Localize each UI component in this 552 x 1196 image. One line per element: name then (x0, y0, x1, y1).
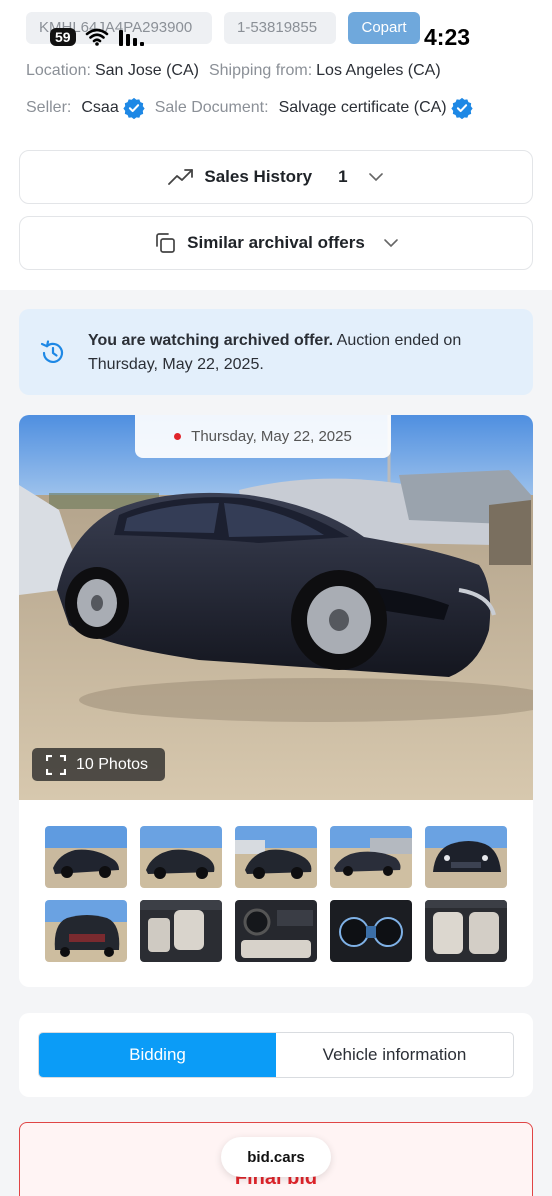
site-watermark: bid.cars (221, 1137, 331, 1177)
photo-date: Thursday, May 22, 2025 (191, 428, 352, 445)
thumbnail[interactable] (45, 900, 127, 962)
thumbnail[interactable] (425, 826, 507, 888)
seller-row: Seller: Csaa Sale Document: Salvage cert… (26, 97, 473, 119)
verified-badge-icon (450, 97, 473, 119)
thumbnail[interactable] (330, 826, 412, 888)
document-label: Sale Document: (154, 99, 269, 116)
thumbnail[interactable] (235, 826, 317, 888)
car-photo-illustration (19, 415, 533, 800)
fullscreen-icon (46, 754, 66, 775)
archived-offer-text: You are watching archived offer. Auction… (88, 329, 468, 377)
shipping-value: Los Angeles (CA) (316, 62, 441, 79)
sales-history-label: Sales History (204, 167, 313, 186)
copy-icon (156, 233, 176, 253)
seller-label: Seller: (26, 99, 72, 116)
verified-badge-icon (123, 97, 145, 119)
tab-bar: Bidding Vehicle information (38, 1032, 514, 1078)
thumbnail[interactable] (330, 900, 412, 962)
view-photos-button[interactable]: 10 Photos (32, 748, 165, 781)
thumbnail[interactable] (140, 900, 222, 962)
thumbnail[interactable] (45, 826, 127, 888)
shipping-label: Shipping from: (208, 62, 313, 79)
listing-header: KMHL64JA4PA293900 1-53819855 Copart 59 4… (0, 0, 552, 290)
lot-chip[interactable]: 1-53819855 (224, 12, 336, 44)
thumbnail[interactable] (425, 900, 507, 962)
archived-offer-banner: You are watching archived offer. Auction… (19, 309, 533, 395)
live-dot (174, 433, 182, 440)
tab-vehicle-information[interactable]: Vehicle information (276, 1033, 513, 1077)
location-value: San Jose (CA) (94, 62, 199, 79)
gallery-card: Thursday, May 22, 2025 10 Photos (19, 415, 533, 987)
archived-offer-title: You are watching archived offer. (88, 332, 334, 349)
auction-chip[interactable]: Copart (348, 12, 420, 44)
thumbnail[interactable] (140, 826, 222, 888)
chevron-down-icon (384, 239, 398, 248)
wifi-icon (85, 28, 108, 46)
history-icon (40, 340, 64, 363)
similar-offers-accordion[interactable]: Similar archival offers (19, 216, 533, 270)
thumbnail[interactable] (235, 900, 317, 962)
seller-value: Csaa (81, 99, 119, 116)
similar-offers-label: Similar archival offers (187, 233, 365, 252)
sales-history-accordion[interactable]: Sales History 1 (19, 150, 533, 204)
status-clock: 4:23 (424, 24, 471, 50)
sales-history-count: 1 (338, 167, 348, 186)
location-row: Location: San Jose (CA) Shipping from: L… (26, 62, 441, 80)
status-bar-icons: 59 (50, 22, 146, 52)
tabs-card: Bidding Vehicle information (19, 1013, 533, 1097)
chevron-down-icon (368, 173, 383, 182)
photo-date-pill: Thursday, May 22, 2025 (135, 415, 391, 458)
document-value: Salvage certificate (CA) (278, 99, 447, 116)
main-vehicle-photo[interactable]: Thursday, May 22, 2025 10 Photos (19, 415, 533, 800)
tab-bidding[interactable]: Bidding (39, 1033, 276, 1077)
location-label: Location: (26, 62, 91, 79)
trending-up-icon (168, 169, 194, 185)
cellular-signal-icon (118, 30, 144, 46)
thumbnail-grid (45, 826, 507, 962)
signal-badge: 59 (50, 28, 76, 46)
photos-count-label: 10 Photos (76, 755, 149, 773)
